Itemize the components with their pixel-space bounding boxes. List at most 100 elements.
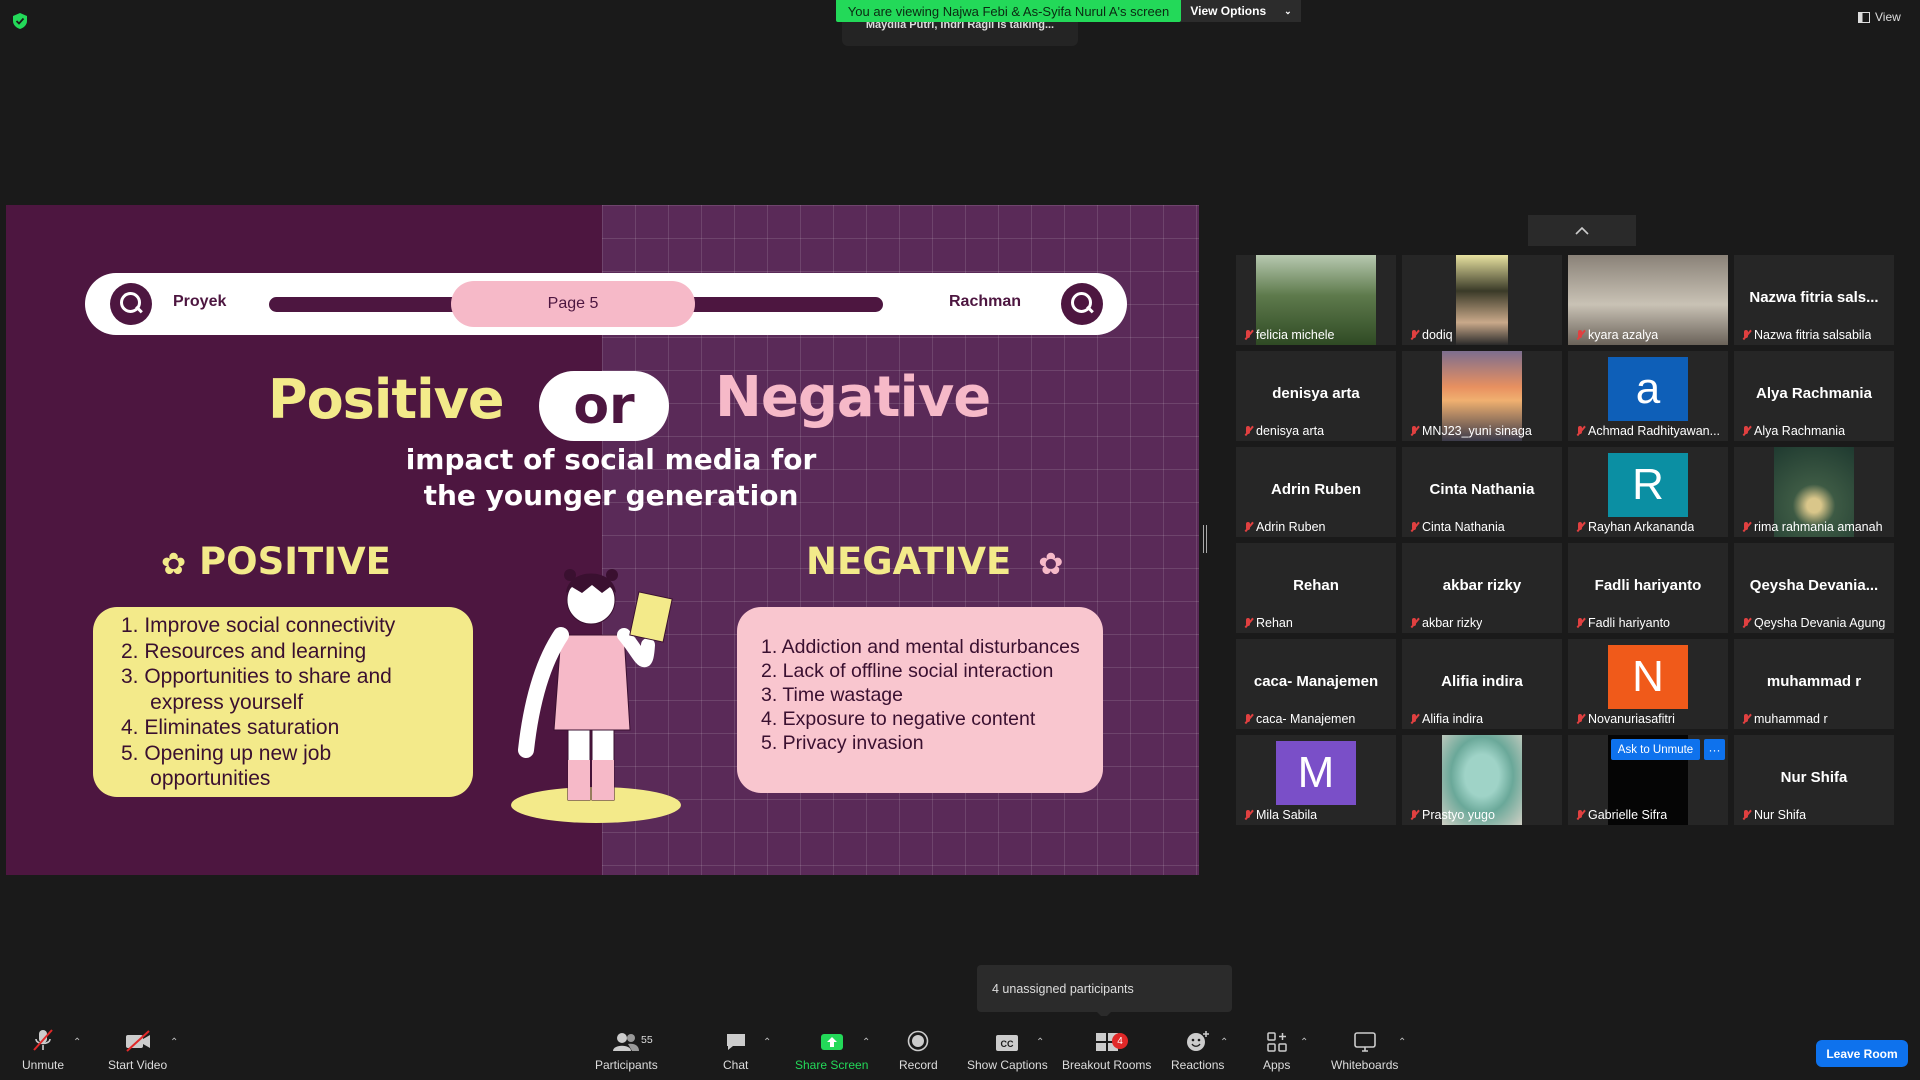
security-shield-icon[interactable] — [12, 12, 28, 30]
audio-options-caret-icon[interactable]: ⌃ — [73, 1037, 83, 1048]
participant-tile[interactable]: M Mila Sabila — [1236, 735, 1396, 825]
participant-name: muhammad r — [1754, 712, 1828, 726]
reactions-label: Reactions — [1171, 1058, 1225, 1072]
page-number: Page 5 — [547, 295, 599, 312]
participant-name-label: rima rahmania amanah — [1742, 520, 1883, 534]
participant-tile[interactable]: N Novanuriasafitri — [1568, 639, 1728, 729]
participant-tile[interactable]: kyara azalya — [1568, 255, 1728, 345]
chat-options-caret-icon[interactable]: ⌃ — [763, 1037, 773, 1048]
participant-tile[interactable]: caca- Manajemen caca- Manajemen — [1236, 639, 1396, 729]
record-icon — [908, 1030, 929, 1052]
svg-text:CC: CC — [1001, 1039, 1014, 1049]
list-item: 2. Lack of offline social interaction — [761, 660, 1054, 682]
participant-tile[interactable]: Nazwa fitria sals... Nazwa fitria salsabi… — [1734, 255, 1894, 345]
whiteboards-options-caret-icon[interactable]: ⌃ — [1398, 1037, 1408, 1048]
participant-name-label: denisya arta — [1244, 424, 1324, 438]
muted-mic-icon — [1244, 329, 1252, 341]
share-screen-icon — [820, 1034, 843, 1050]
view-button[interactable]: View — [1858, 10, 1901, 24]
apps-label: Apps — [1263, 1058, 1291, 1072]
list-item: 1. Improve social connectivity — [121, 614, 396, 637]
participant-name-label: Nazwa fitria salsabila — [1742, 328, 1871, 342]
participant-name: Rayhan Arkananda — [1588, 520, 1695, 534]
participant-name: rima rahmania amanah — [1754, 520, 1883, 534]
captions-options-caret-icon[interactable]: ⌃ — [1036, 1037, 1046, 1048]
start-video-button[interactable]: Start Video — [108, 1030, 167, 1072]
participant-display-name: Adrin Ruben — [1271, 481, 1361, 498]
participant-tile[interactable]: Adrin Ruben Adrin Ruben — [1236, 447, 1396, 537]
leave-room-button[interactable]: Leave Room — [1816, 1040, 1908, 1067]
participant-avatar: a — [1608, 357, 1688, 421]
participant-tile[interactable]: denisya arta denisya arta — [1236, 351, 1396, 441]
participant-tile[interactable]: Nur Shifa Nur Shifa — [1734, 735, 1894, 825]
participant-video — [1456, 255, 1508, 345]
participant-tile[interactable]: Cinta Nathania Cinta Nathania — [1402, 447, 1562, 537]
meeting-toolbar — [0, 1016, 1920, 1080]
collapse-gallery-button[interactable] — [1528, 215, 1636, 246]
magnifier-icon — [1061, 283, 1103, 325]
participant-tile[interactable]: R Rayhan Arkananda — [1568, 447, 1728, 537]
participant-name: MNJ23_yuni sinaga — [1422, 424, 1532, 438]
more-options-button[interactable]: ··· — [1704, 739, 1725, 760]
breakout-rooms-button[interactable]: Breakout Rooms — [1062, 1030, 1151, 1072]
list-item: express yourself — [121, 690, 304, 714]
list-item: 4. Eliminates saturation — [121, 716, 340, 739]
muted-mic-icon — [1410, 809, 1418, 821]
muted-mic-icon — [1742, 521, 1750, 533]
panel-resize-handle[interactable] — [1203, 525, 1207, 553]
ask-to-unmute-button[interactable]: Ask to Unmute — [1611, 739, 1700, 760]
chat-label: Chat — [723, 1058, 749, 1072]
chevron-down-icon: ⌄ — [1284, 5, 1292, 16]
participant-tile[interactable]: Alifia indira Alifia indira — [1402, 639, 1562, 729]
participant-tile[interactable]: Fadli hariyanto Fadli hariyanto — [1568, 543, 1728, 633]
unmute-button[interactable]: Unmute — [22, 1029, 64, 1072]
participant-tile[interactable]: Qeysha Devania... Qeysha Devania Agung — [1734, 543, 1894, 633]
participant-tile[interactable]: Alya Rachmania Alya Rachmania — [1734, 351, 1894, 441]
participant-name: Fadli hariyanto — [1588, 616, 1670, 630]
view-options-button[interactable]: View Options ⌄ — [1181, 0, 1301, 22]
chevron-up-icon — [1575, 226, 1589, 235]
participant-name-label: Fadli hariyanto — [1576, 616, 1670, 630]
apps-options-caret-icon[interactable]: ⌃ — [1300, 1037, 1310, 1048]
participant-tile[interactable]: muhammad r muhammad r — [1734, 639, 1894, 729]
participant-name-label: Prastyo yugo — [1410, 808, 1495, 822]
participant-tile[interactable]: a Achmad Radhityawan... — [1568, 351, 1728, 441]
participant-tile[interactable]: rima rahmania amanah — [1734, 447, 1894, 537]
muted-microphone-icon — [33, 1029, 53, 1051]
share-screen-button[interactable]: Share Screen — [795, 1030, 868, 1072]
participant-name-label: Nur Shifa — [1742, 808, 1806, 822]
participant-name-label: Alifia indira — [1410, 712, 1483, 726]
reactions-button[interactable]: Reactions — [1171, 1030, 1224, 1072]
muted-mic-icon — [1244, 617, 1252, 629]
participant-tile[interactable]: Rehan Rehan — [1236, 543, 1396, 633]
muted-mic-icon — [1576, 521, 1584, 533]
participant-tile[interactable]: MNJ23_yuni sinaga — [1402, 351, 1562, 441]
participant-display-name: Alya Rachmania — [1756, 385, 1872, 402]
participant-name-label: Qeysha Devania Agung — [1742, 616, 1885, 630]
participant-tile[interactable]: dodiq — [1402, 255, 1562, 345]
start-video-label: Start Video — [108, 1058, 168, 1072]
participant-tile[interactable]: felicia michele — [1236, 255, 1396, 345]
apps-button[interactable]: Apps — [1263, 1030, 1290, 1072]
reactions-options-caret-icon[interactable]: ⌃ — [1220, 1037, 1230, 1048]
muted-mic-icon — [1410, 521, 1418, 533]
muted-mic-icon — [1576, 425, 1584, 437]
muted-mic-icon — [1244, 425, 1252, 437]
video-options-caret-icon[interactable]: ⌃ — [170, 1037, 180, 1048]
participant-display-name: akbar rizky — [1442, 577, 1522, 594]
participant-tile[interactable]: Prastyo yugo — [1402, 735, 1562, 825]
muted-mic-icon — [1742, 617, 1750, 629]
positive-heading-text: POSITIVE — [199, 540, 391, 583]
chat-button[interactable]: Chat — [723, 1030, 748, 1072]
participant-name: Adrin Ruben — [1256, 520, 1326, 534]
record-button[interactable]: Record — [899, 1030, 938, 1072]
participant-display-name: Nazwa fitria sals... — [1749, 289, 1879, 306]
participant-display-name: denisya arta — [1272, 385, 1360, 402]
flower-icon: ✿ — [1038, 547, 1064, 582]
participant-name: kyara azalya — [1588, 328, 1659, 342]
participant-tile[interactable]: akbar rizky akbar rizky — [1402, 543, 1562, 633]
list-item: opportunities — [121, 767, 271, 790]
share-options-caret-icon[interactable]: ⌃ — [862, 1037, 872, 1048]
whiteboards-button[interactable]: Whiteboards — [1331, 1030, 1398, 1072]
participant-name: Alifia indira — [1422, 712, 1484, 726]
